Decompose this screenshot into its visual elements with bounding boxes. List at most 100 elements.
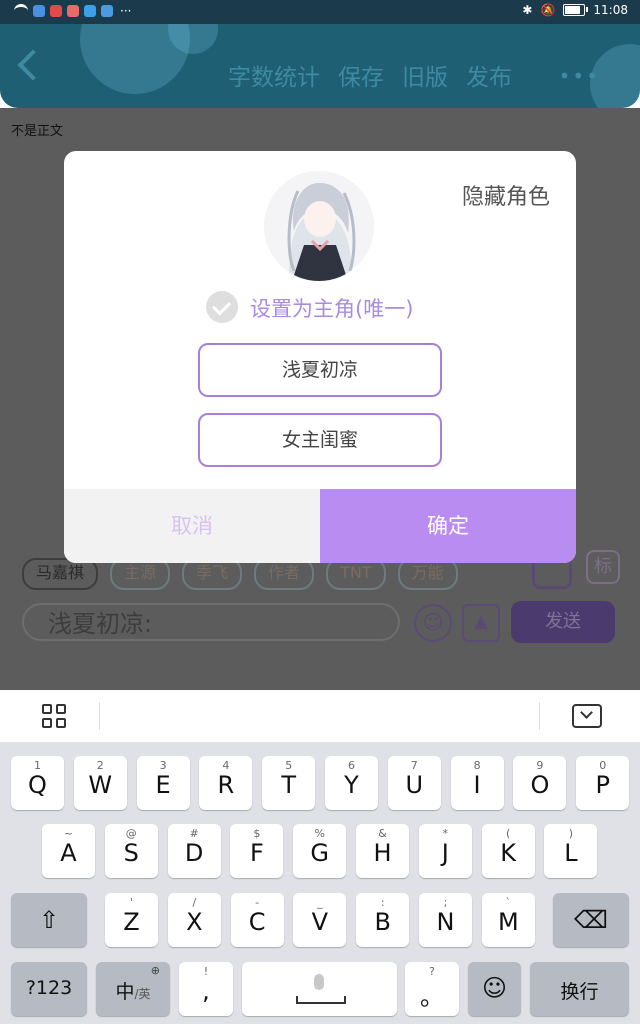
key-a[interactable]: ~ A (42, 824, 95, 878)
comma-key[interactable]: !, (179, 962, 233, 1016)
globe-icon: ⊕ (150, 964, 160, 977)
system-icons: ✱ 🔕 11:08 (522, 3, 628, 17)
key-label: G (310, 839, 329, 867)
app-notification-icon (101, 4, 113, 17)
key-label: M (497, 908, 519, 936)
key-o[interactable]: 9O (513, 756, 567, 810)
key-label: K (500, 839, 516, 867)
space-key[interactable] (242, 962, 397, 1016)
key-label: H (373, 839, 392, 867)
language-key[interactable]: 中/英 ⊕ (96, 962, 170, 1016)
key-label: V (311, 908, 329, 936)
enter-key[interactable]: 换行 (530, 962, 629, 1016)
emoji-key[interactable]: ☺ (468, 962, 521, 1016)
save-button[interactable]: 保存 (338, 58, 384, 92)
key-label: S (123, 839, 139, 867)
key-j[interactable]: * J (418, 824, 472, 878)
key-v[interactable]: _ V (293, 893, 347, 947)
key-k[interactable]: (K (481, 824, 535, 878)
key-label: D (184, 839, 204, 867)
key-e[interactable]: 3E (136, 756, 190, 810)
key-label: I (473, 771, 481, 799)
key-p[interactable]: 0P (576, 756, 630, 810)
shift-icon: ⇧ (38, 906, 60, 934)
grid-icon[interactable] (42, 704, 66, 728)
key-label: ?123 (25, 977, 73, 999)
key-label: U (405, 771, 424, 799)
image-icon[interactable]: ▲ (462, 604, 500, 642)
backspace-key[interactable]: ⌫ (553, 893, 629, 947)
keyboard: 1 Q 2 W 3 E 4 R 5 T 6 Y 7 U 8 I 9 O 0 P ~ A @ S # D $ F% G & H * J(K) L ⇧ '… (0, 742, 640, 1024)
old-version-button[interactable]: 旧版 (402, 58, 448, 92)
key-label: B (374, 908, 391, 936)
symbols-key[interactable]: ?123 (11, 962, 87, 1016)
bluetooth-icon: ✱ (522, 3, 533, 17)
message-input[interactable]: 浅夏初凉: (22, 603, 400, 641)
app-notification-icon (84, 4, 96, 17)
key-n[interactable]: ; N (419, 893, 472, 947)
cancel-button[interactable]: 取消 (64, 489, 320, 563)
key-m[interactable]: ` M (481, 893, 535, 947)
key-label: E (155, 771, 171, 799)
key-q[interactable]: 1Q (11, 756, 64, 810)
microphone-icon (314, 974, 324, 990)
key-s[interactable]: @ S (104, 824, 158, 878)
key-x[interactable]: / X (167, 893, 221, 947)
key-c[interactable]: -C (230, 893, 284, 947)
emoji-keyboard-icon: ☺ (481, 974, 508, 1002)
emoji-icon[interactable]: ☺ (414, 604, 452, 642)
hide-role-button[interactable]: 隐藏角色 (462, 179, 550, 211)
publish-button[interactable]: 发布 (466, 58, 512, 92)
main-role-label[interactable]: 设置为主角(唯一) (250, 293, 413, 323)
confirm-button[interactable]: 确定 (320, 489, 576, 563)
avatar[interactable] (264, 171, 374, 281)
key-f[interactable]: $ F (230, 824, 284, 878)
send-button[interactable]: 发送 (511, 601, 615, 643)
key-r[interactable]: 4R (199, 756, 253, 810)
key-label: C (248, 908, 266, 936)
key-z[interactable]: ' Z (105, 893, 158, 947)
battery-icon (563, 4, 589, 16)
key-label: P (595, 771, 610, 799)
key-l[interactable]: ) L (544, 824, 598, 878)
key-g[interactable]: % G (293, 824, 347, 878)
key-label: W (88, 771, 113, 799)
more-notifications-indicator: ··· (120, 3, 132, 18)
key-h[interactable]: & H (356, 824, 409, 878)
clock: 11:08 (593, 3, 628, 17)
app-header: 字数统计 保存 旧版 发布 ••• (0, 24, 640, 108)
key-t[interactable]: 5T (262, 756, 316, 810)
key-d[interactable]: # D (167, 824, 221, 878)
key-label: L (564, 839, 578, 867)
mute-icon: 🔕 (540, 3, 556, 17)
app-notification-icon (50, 4, 62, 17)
period-key[interactable]: ?。 (405, 962, 459, 1016)
key-i[interactable]: 8I (450, 756, 504, 810)
key-label: Q (28, 771, 47, 799)
more-icon[interactable]: ••• (559, 64, 600, 88)
tag-button[interactable]: 标 (586, 550, 620, 584)
keyboard-toolbar (0, 690, 640, 743)
back-icon[interactable] (17, 49, 49, 81)
role-desc-button[interactable]: 女主闺蜜 (198, 413, 442, 467)
key-label: Z (123, 908, 140, 936)
hide-keyboard-icon[interactable] (572, 704, 602, 728)
shift-key[interactable]: ⇧ (11, 893, 87, 947)
main-role-checkbox[interactable] (206, 291, 238, 323)
key-label: F (249, 839, 264, 867)
note-label: 不是正文 (11, 124, 64, 139)
notification-icons: ··· (14, 4, 131, 17)
wifi-icon (14, 4, 28, 17)
key-label: T (281, 771, 297, 799)
key-b[interactable]: :B (356, 893, 410, 947)
key-y[interactable]: 6Y (325, 756, 378, 810)
key-label: O (530, 771, 550, 799)
lang-alt-label: /英 (134, 987, 151, 1001)
key-w[interactable]: 2W (73, 756, 127, 810)
key-label: 换行 (560, 981, 599, 1003)
role-name-button[interactable]: 浅夏初凉 (198, 343, 442, 397)
key-label: , (202, 977, 210, 1005)
key-u[interactable]: 7U (387, 756, 441, 810)
word-count-button[interactable]: 字数统计 (228, 58, 320, 92)
key-label: X (186, 908, 203, 936)
